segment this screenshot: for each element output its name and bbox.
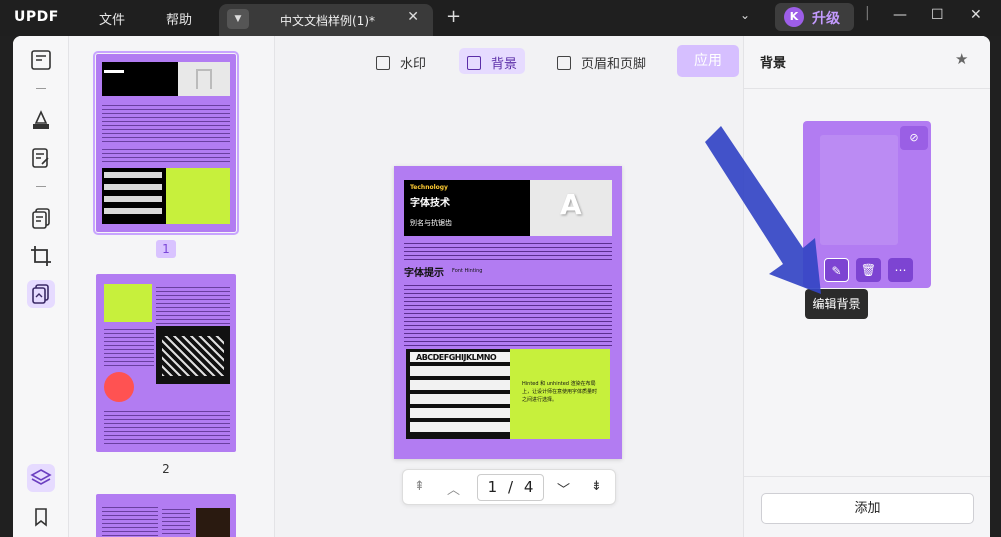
header-footer-label: 页眉和页脚 — [581, 57, 647, 72]
divider — [744, 88, 990, 89]
hide-eye-icon[interactable]: ⊘ — [900, 126, 928, 150]
total-pages: 4 — [523, 478, 534, 496]
crop-icon[interactable] — [30, 245, 52, 267]
page-letter-a: A — [560, 188, 582, 221]
app-window: 1 2 水印 背景 页眉和页脚 应用 Technology 字体技术 别名与抗锯… — [13, 36, 990, 537]
tab-close-icon[interactable]: ✕ — [407, 9, 419, 25]
tab-title: 中文文档样例(1)* — [280, 14, 375, 28]
reader-icon[interactable] — [30, 49, 52, 71]
page-number-input[interactable]: 1 / 4 — [477, 474, 544, 501]
divider — [36, 186, 46, 187]
page-navigator: ⇞ ︿ 1 / 4 ﹀ ⇟ — [402, 469, 616, 505]
title-bar: UPDF 文件 帮助 ▼ 中文文档样例(1)* ✕ + ⌄ K 升级 | — ☐… — [0, 0, 1001, 36]
header-footer-icon — [557, 56, 571, 70]
updf-logo[interactable]: UPDF — [14, 9, 59, 25]
background-label: 背景 — [491, 57, 518, 72]
menu-help[interactable]: 帮助 — [166, 9, 192, 28]
page-tools-button[interactable] — [27, 280, 55, 308]
maximize-icon[interactable]: ☐ — [931, 7, 944, 23]
panel-title: 背景 — [760, 56, 787, 71]
thumbnail-page-1[interactable] — [93, 51, 239, 235]
prev-page-icon[interactable]: ︿ — [447, 479, 460, 498]
background-tab[interactable]: 背景 — [459, 48, 526, 74]
page-heading: 字体技术 — [410, 198, 450, 209]
watermark-label: 水印 — [400, 57, 427, 72]
add-background-button[interactable]: 添加 — [761, 493, 974, 524]
current-page: 1 — [487, 478, 498, 496]
thumbnail-page-2[interactable] — [96, 274, 236, 452]
delete-background-button[interactable]: 🗑 — [856, 258, 881, 282]
page-alphabet: ABCDEFGHIJKLMNO — [416, 353, 497, 362]
divider: | — [865, 5, 870, 21]
document-tab[interactable]: ▼ 中文文档样例(1)* ✕ — [219, 4, 433, 36]
more-options-button[interactable]: ⋯ — [888, 258, 913, 282]
apply-button[interactable]: 应用 — [677, 45, 739, 77]
avatar: K — [784, 7, 804, 27]
thumbnail-page-number[interactable]: 1 — [156, 240, 176, 258]
logo-text: UPDF — [14, 9, 59, 25]
tab-dropdown-icon[interactable]: ▼ — [227, 9, 249, 29]
page-preview[interactable]: Technology 字体技术 别名与抗锯齿 A 字体提示 Font Hinti… — [394, 166, 622, 459]
menu-file[interactable]: 文件 — [99, 9, 125, 28]
bookmark-icon[interactable] — [30, 506, 52, 528]
more-icon: ⋯ — [894, 263, 907, 277]
new-tab-icon[interactable]: + — [446, 6, 461, 27]
thumbnail-page-number[interactable]: 2 — [156, 460, 176, 478]
last-page-icon[interactable]: ⇟ — [591, 479, 602, 494]
page-side-note: Hinted 和 unhinted 渲染在布局上，让设计师在意使用字体质量时之间… — [522, 381, 598, 403]
upgrade-label: 升级 — [812, 11, 840, 27]
upgrade-button[interactable]: K 升级 — [775, 3, 854, 31]
divider — [744, 476, 990, 477]
trash-icon: 🗑 — [860, 263, 877, 277]
divider — [36, 88, 46, 89]
first-page-icon[interactable]: ⇞ — [414, 479, 425, 494]
next-page-icon[interactable]: ﹀ — [557, 479, 570, 498]
layers-icon — [30, 469, 52, 485]
header-footer-tab[interactable]: 页眉和页脚 — [549, 48, 654, 74]
page-subtitle: 别名与抗锯齿 — [410, 219, 452, 227]
background-icon — [467, 56, 481, 70]
page-separator: / — [507, 478, 514, 496]
page-section-title: 字体提示 — [404, 268, 444, 279]
thumbnail-panel: 1 2 — [69, 36, 275, 537]
watermark-tab[interactable]: 水印 — [368, 48, 434, 74]
layers-button[interactable] — [27, 464, 55, 492]
star-icon[interactable]: ★ — [955, 50, 968, 68]
close-window-icon[interactable]: ✕ — [970, 7, 982, 23]
watermark-icon — [376, 56, 390, 70]
organize-pages-icon[interactable] — [30, 207, 52, 229]
comment-icon[interactable] — [30, 109, 52, 131]
annotation-arrow-icon — [705, 126, 821, 294]
page-tools-icon — [32, 284, 49, 304]
edit-pdf-icon[interactable] — [30, 147, 52, 169]
minimize-icon[interactable]: — — [893, 7, 907, 23]
tool-rail — [13, 36, 69, 537]
page-tag: Technology — [410, 184, 448, 191]
thumbnail-page-3[interactable] — [96, 494, 236, 537]
page-section-en: Font Hinting — [452, 268, 483, 274]
chevron-down-icon[interactable]: ⌄ — [740, 8, 750, 22]
